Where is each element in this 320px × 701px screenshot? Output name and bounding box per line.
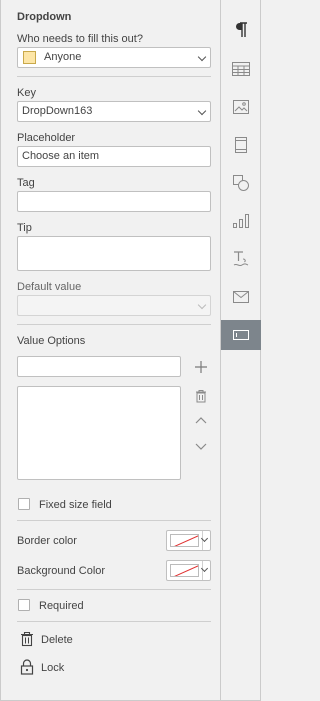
separator xyxy=(17,621,211,622)
no-color-icon xyxy=(174,565,198,576)
placeholder-label: Placeholder xyxy=(17,132,76,144)
form-settings-panel: Dropdown Who needs to fill this out? Any… xyxy=(0,0,221,701)
background-color-label: Background Color xyxy=(17,565,106,577)
header-footer-icon xyxy=(235,137,247,153)
table-icon xyxy=(232,62,250,76)
lock-button[interactable]: Lock xyxy=(17,658,97,678)
lock-label: Lock xyxy=(41,662,65,674)
who-value: Anyone xyxy=(44,51,82,63)
paragraph-icon xyxy=(236,22,247,37)
chart-icon xyxy=(233,214,249,228)
chevron-down-icon xyxy=(197,106,207,116)
who-label: Who needs to fill this out? xyxy=(17,33,143,45)
header-footer-settings-button[interactable] xyxy=(221,130,261,160)
text-art-icon xyxy=(233,251,249,267)
no-color-icon xyxy=(174,535,198,546)
key-value: DropDown163 xyxy=(22,105,93,117)
delete-button[interactable]: Delete xyxy=(17,630,97,650)
chevron-down-icon xyxy=(197,300,207,310)
default-value-select xyxy=(17,295,211,316)
plus-icon xyxy=(195,361,207,373)
value-options-list[interactable] xyxy=(17,386,181,480)
move-down-button[interactable] xyxy=(193,438,209,454)
add-option-button[interactable] xyxy=(193,359,209,375)
separator xyxy=(17,76,211,77)
value-option-input[interactable] xyxy=(17,356,181,377)
lock-icon xyxy=(20,659,34,675)
background-color-picker[interactable] xyxy=(166,560,211,581)
shape-icon xyxy=(233,175,249,191)
separator xyxy=(17,324,211,325)
no-color-swatch xyxy=(170,534,199,547)
separator xyxy=(17,589,211,590)
required-checkbox[interactable] xyxy=(18,599,30,611)
role-color-swatch xyxy=(23,51,36,64)
paragraph-settings-button[interactable] xyxy=(221,15,261,45)
key-select[interactable]: DropDown163 xyxy=(17,101,211,122)
separator xyxy=(17,520,211,521)
tag-input[interactable] xyxy=(17,191,211,212)
image-settings-button[interactable] xyxy=(221,92,261,122)
table-settings-button[interactable] xyxy=(221,54,261,84)
placeholder-input[interactable]: Choose an item xyxy=(17,146,211,167)
right-toolbar xyxy=(220,0,261,701)
no-color-swatch xyxy=(170,564,199,577)
form-settings-icon xyxy=(233,330,249,340)
value-options-label: Value Options xyxy=(17,335,86,347)
fixed-size-label: Fixed size field xyxy=(39,499,112,511)
form-settings-button[interactable] xyxy=(221,320,261,350)
delete-label: Delete xyxy=(41,634,73,646)
trash-icon xyxy=(196,390,206,403)
text-art-settings-button[interactable] xyxy=(221,244,261,274)
required-label: Required xyxy=(39,600,84,612)
default-value-label: Default value xyxy=(17,281,82,293)
who-select[interactable]: Anyone xyxy=(17,47,211,68)
chevron-down-icon xyxy=(197,52,207,62)
trash-icon xyxy=(21,631,33,647)
tag-label: Tag xyxy=(17,177,35,189)
mail-merge-settings-button[interactable] xyxy=(221,282,261,312)
chevron-down-icon xyxy=(195,443,207,450)
image-icon xyxy=(233,100,249,114)
tip-label: Tip xyxy=(17,222,32,234)
key-label: Key xyxy=(17,87,36,99)
border-color-label: Border color xyxy=(17,535,77,547)
fixed-size-checkbox[interactable] xyxy=(18,498,30,510)
move-up-button[interactable] xyxy=(193,413,209,429)
chart-settings-button[interactable] xyxy=(221,206,261,236)
chevron-up-icon xyxy=(195,417,207,424)
mail-merge-icon xyxy=(233,291,249,303)
shape-settings-button[interactable] xyxy=(221,168,261,198)
panel-title: Dropdown xyxy=(17,11,72,23)
border-color-picker[interactable] xyxy=(166,530,211,551)
tip-textarea[interactable] xyxy=(17,236,211,271)
delete-option-button[interactable] xyxy=(193,388,209,404)
